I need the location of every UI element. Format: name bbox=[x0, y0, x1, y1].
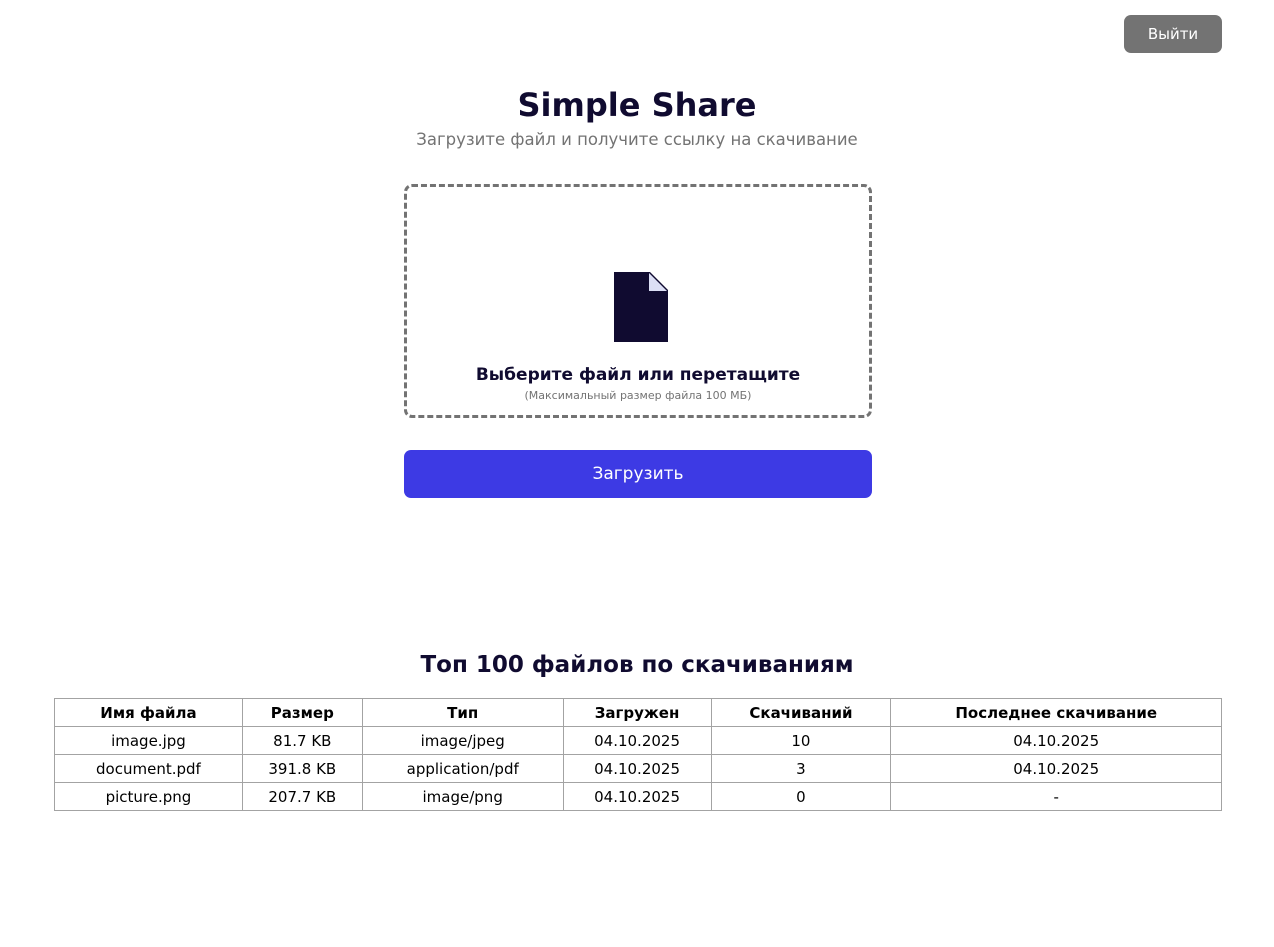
cell-last-download: 04.10.2025 bbox=[890, 726, 1222, 755]
cell-size: 391.8 KB bbox=[241, 754, 363, 783]
top-files-table: Имя файла Размер Тип Загружен Скачиваний… bbox=[54, 698, 1222, 811]
top-files-title: Топ 100 файлов по скачиваниям bbox=[420, 652, 854, 678]
cell-downloads: 3 bbox=[710, 754, 892, 783]
cell-type: image/png bbox=[361, 782, 564, 811]
cell-size: 81.7 KB bbox=[241, 726, 363, 755]
column-header-size: Размер bbox=[241, 698, 363, 727]
table-row: document.pdf 391.8 KB application/pdf 04… bbox=[54, 754, 1222, 783]
cell-type: application/pdf bbox=[361, 754, 564, 783]
cell-size: 207.7 KB bbox=[241, 782, 363, 811]
logout-button[interactable]: Выйти bbox=[1124, 15, 1222, 53]
column-header-uploaded: Загружен bbox=[562, 698, 712, 727]
table-row: image.jpg 81.7 KB image/jpeg 04.10.2025 … bbox=[54, 726, 1222, 755]
column-header-downloads: Скачиваний bbox=[710, 698, 892, 727]
cell-filename: picture.png bbox=[54, 782, 243, 811]
cell-filename: document.pdf bbox=[54, 754, 243, 783]
column-header-last-download: Последнее скачивание bbox=[890, 698, 1222, 727]
file-icon bbox=[614, 272, 668, 342]
dropzone-label: Выберите файл или перетащите bbox=[475, 365, 801, 385]
cell-uploaded: 04.10.2025 bbox=[562, 754, 712, 783]
dropzone-hint: (Максимальный размер файла 100 МБ) bbox=[524, 389, 752, 402]
cell-last-download: - bbox=[890, 782, 1222, 811]
table-row: picture.png 207.7 KB image/png 04.10.202… bbox=[54, 782, 1222, 811]
cell-uploaded: 04.10.2025 bbox=[562, 782, 712, 811]
cell-filename: image.jpg bbox=[54, 726, 243, 755]
cell-uploaded: 04.10.2025 bbox=[562, 726, 712, 755]
page: Выйти Simple Share Загрузите файл и полу… bbox=[0, 0, 1274, 947]
column-header-filename: Имя файла bbox=[54, 698, 243, 727]
cell-type: image/jpeg bbox=[361, 726, 564, 755]
upload-button[interactable]: Загрузить bbox=[404, 450, 872, 498]
cell-downloads: 0 bbox=[710, 782, 892, 811]
cell-last-download: 04.10.2025 bbox=[890, 754, 1222, 783]
app-title: Simple Share bbox=[517, 86, 757, 124]
table-header-row: Имя файла Размер Тип Загружен Скачиваний… bbox=[54, 698, 1222, 727]
app-subtitle: Загрузите файл и получите ссылку на скач… bbox=[416, 130, 858, 149]
column-header-type: Тип bbox=[361, 698, 564, 727]
file-dropzone[interactable]: Выберите файл или перетащите (Максимальн… bbox=[404, 184, 872, 418]
cell-downloads: 10 bbox=[710, 726, 892, 755]
